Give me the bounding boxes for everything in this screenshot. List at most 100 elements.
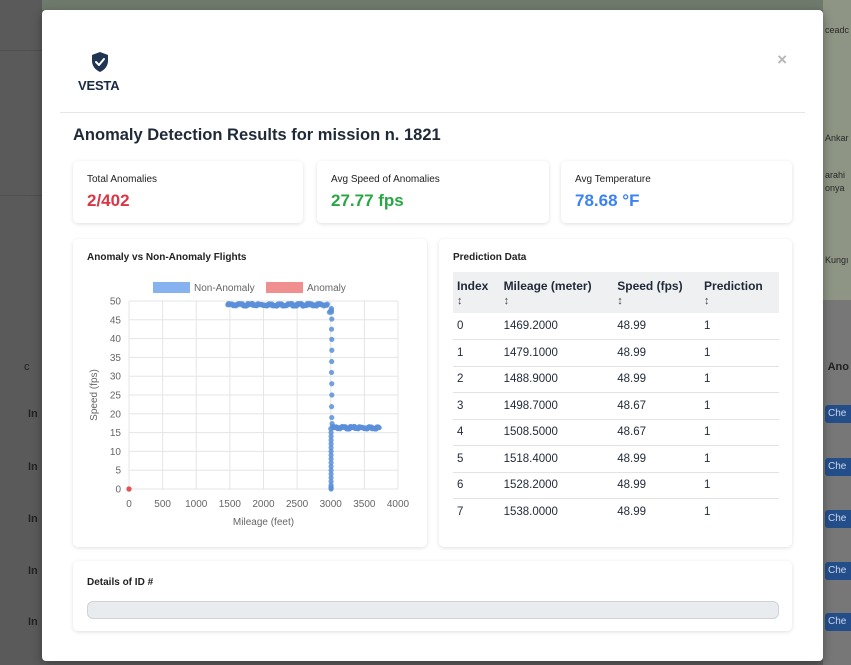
prediction-table: Index ↕ Mileage (meter) ↕ Speed (fps) ↕ Pre… bbox=[453, 272, 779, 525]
x-tick-label: 3000 bbox=[320, 499, 343, 510]
cell-index: 1 bbox=[453, 339, 500, 367]
x-tick-label: 0 bbox=[126, 499, 132, 510]
legend-label: Anomaly bbox=[307, 283, 346, 294]
background-check-button[interactable]: Che bbox=[825, 405, 851, 423]
y-tick-label: 50 bbox=[110, 297, 122, 308]
cell-index: 6 bbox=[453, 472, 500, 500]
x-tick-label: 500 bbox=[154, 499, 171, 510]
data-point-non-anomaly bbox=[329, 381, 335, 387]
cell-prediction: 1 bbox=[704, 506, 711, 519]
background-row-text: In bbox=[28, 513, 38, 525]
data-point-non-anomaly bbox=[329, 404, 335, 410]
cell-prediction: 1 bbox=[700, 419, 779, 447]
cell-prediction: 1 bbox=[700, 313, 779, 341]
y-tick-label: 10 bbox=[110, 447, 122, 458]
cell-mileage: 1518.4000 bbox=[499, 445, 614, 473]
map-label: ceadc bbox=[825, 25, 850, 35]
legend-label: Non-Anomaly bbox=[194, 283, 255, 294]
cell-speed: 48.99 bbox=[613, 313, 701, 341]
y-tick-label: 25 bbox=[110, 391, 122, 402]
cell-speed: 48.67 bbox=[613, 419, 701, 447]
background-row-text: In bbox=[28, 616, 38, 628]
data-point-non-anomaly bbox=[328, 326, 335, 332]
cell-speed: 48.99 bbox=[613, 445, 701, 473]
column-header-mileage[interactable]: Mileage (meter) ↕ bbox=[500, 272, 614, 313]
details-field[interactable] bbox=[87, 601, 779, 619]
data-point-non-anomaly bbox=[329, 347, 335, 353]
background-check-button[interactable]: Che bbox=[825, 510, 851, 528]
modal-title: Anomaly Detection Results for mission n.… bbox=[73, 126, 441, 144]
cell-index: 4 bbox=[453, 419, 500, 447]
y-tick-label: 30 bbox=[110, 372, 122, 383]
table-row[interactable]: 0 1469.2000 48.99 1 bbox=[453, 313, 779, 341]
column-header-speed[interactable]: Speed (fps) ↕ bbox=[613, 272, 700, 313]
cell-index: 5 bbox=[453, 445, 500, 473]
map-label: Ankar bbox=[825, 133, 849, 143]
data-point-non-anomaly bbox=[328, 307, 335, 313]
y-tick-label: 15 bbox=[110, 428, 122, 439]
scatter-chart[interactable]: 051015202530354045500 500 1000 1500 2000 2500… bbox=[73, 239, 427, 547]
sort-icon[interactable]: ↕ bbox=[617, 294, 696, 309]
background-check-button[interactable]: Che bbox=[825, 613, 851, 631]
details-title: Details of ID # bbox=[87, 577, 154, 588]
cell-mileage: 1479.1000 bbox=[499, 339, 614, 367]
table-row[interactable]: 5 1518.4000 48.99 1 bbox=[453, 445, 779, 473]
vesta-logo: VESTA bbox=[78, 52, 122, 94]
table-row[interactable]: 7 1538.0000 48.99 1 bbox=[453, 499, 779, 526]
header-label: Prediction bbox=[704, 279, 763, 293]
cell-index: 7 bbox=[457, 506, 464, 519]
y-tick-label: 35 bbox=[110, 353, 122, 364]
data-point-non-anomaly bbox=[329, 316, 335, 322]
sort-icon[interactable]: ↕ bbox=[457, 294, 496, 309]
x-tick-label: 3500 bbox=[353, 499, 376, 510]
x-axis-label: Mileage (feet) bbox=[233, 517, 294, 528]
background-right-header: Ano bbox=[827, 361, 849, 373]
table-body: 0 1469.2000 48.99 1 1 1479.1000 48.99 1 2 1488.90… bbox=[453, 313, 779, 525]
column-header-index[interactable]: Index ↕ bbox=[453, 272, 500, 313]
background-divider bbox=[0, 50, 42, 51]
x-tick-label: 2500 bbox=[286, 499, 309, 510]
x-tick-label: 2000 bbox=[252, 499, 275, 510]
y-tick-label: 5 bbox=[115, 466, 121, 477]
table-row[interactable]: 3 1498.7000 48.67 1 bbox=[453, 392, 779, 420]
table-row[interactable]: 1 1479.1000 48.99 1 bbox=[453, 339, 779, 367]
stat-card-total-anomalies: Total Anomalies 2/402 bbox=[73, 161, 303, 223]
background-check-button[interactable]: Che bbox=[825, 562, 851, 580]
cell-mileage: 1498.7000 bbox=[499, 392, 614, 420]
y-tick-label: 20 bbox=[110, 409, 122, 420]
x-tick-label: 4000 bbox=[387, 499, 410, 510]
data-point-non-anomaly bbox=[329, 392, 335, 398]
close-icon[interactable]: × bbox=[777, 50, 787, 70]
header-label: Speed (fps) bbox=[617, 279, 683, 293]
background-divider bbox=[0, 195, 42, 196]
cell-prediction: 1 bbox=[700, 472, 779, 500]
legend-swatch bbox=[266, 282, 303, 293]
y-axis-label: Speed (fps) bbox=[89, 369, 100, 421]
stat-label: Total Anomalies bbox=[87, 174, 158, 185]
table-row[interactable]: 2 1488.9000 48.99 1 bbox=[453, 366, 779, 394]
stat-value: 27.77 fps bbox=[331, 191, 404, 210]
cell-mileage: 1538.0000 bbox=[503, 506, 558, 519]
stat-label: Avg Temperature bbox=[575, 174, 651, 185]
cell-index: 0 bbox=[453, 313, 500, 341]
table-row[interactable]: 4 1508.5000 48.67 1 bbox=[453, 419, 779, 447]
chart-card: Anomaly vs Non-Anomaly Flights 0 5 10 15 20 2… bbox=[73, 239, 427, 547]
background-check-button[interactable]: Che bbox=[825, 458, 851, 476]
cell-prediction: 1 bbox=[700, 445, 779, 473]
sort-icon[interactable]: ↕ bbox=[504, 294, 610, 309]
column-header-prediction[interactable]: Prediction ↕ bbox=[700, 272, 779, 313]
cell-prediction: 1 bbox=[700, 339, 779, 367]
header-label: Mileage (meter) bbox=[503, 279, 592, 293]
cell-speed: 48.99 bbox=[613, 366, 701, 394]
y-tick-label: 45 bbox=[110, 315, 122, 326]
legend-swatch bbox=[153, 282, 190, 293]
background-left-column: c In In In In In bbox=[0, 0, 42, 665]
sort-icon[interactable]: ↕ bbox=[704, 294, 775, 309]
data-point-anomaly bbox=[126, 486, 132, 492]
x-tick-label: 1500 bbox=[219, 499, 242, 510]
table-row[interactable]: 6 1528.2000 48.99 1 bbox=[453, 472, 779, 500]
cell-prediction: 1 bbox=[700, 366, 779, 394]
table-title: Prediction Data bbox=[453, 252, 527, 263]
cell-mileage: 1469.2000 bbox=[499, 313, 614, 341]
x-tick-label: 1000 bbox=[185, 499, 208, 510]
